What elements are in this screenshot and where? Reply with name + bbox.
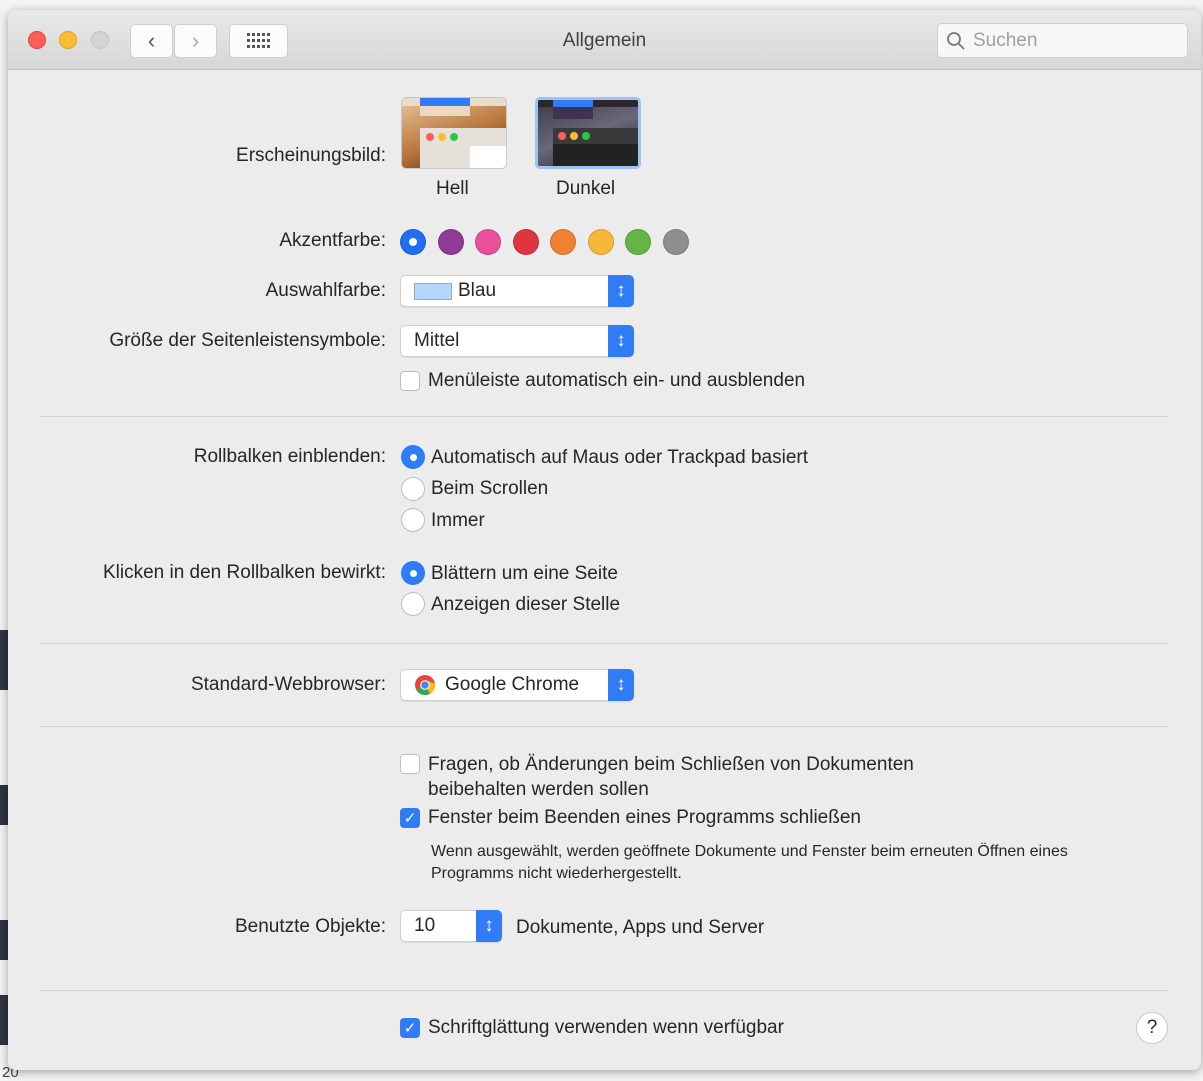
highlight-value: Blau [458,280,497,301]
recent-items-suffix: Dokumente, Apps und Server [516,917,765,938]
accent-color-swatch[interactable] [550,229,576,255]
ask-keep-changes-label: Fragen, ob Änderungen beim Schließen von… [428,752,914,802]
background-window [0,630,8,690]
chevron-up-down-icon: ↕ [608,325,634,357]
accent-color-swatch[interactable] [437,229,464,255]
search-placeholder: Suchen [973,29,1038,51]
close-windows-label: Fenster beim Beenden eines Programms sch… [428,807,861,828]
browser-value: Google Chrome [445,674,580,695]
accent-label: Akzentfarbe: [279,230,386,251]
divider [39,416,1169,417]
close-windows-checkbox[interactable]: ✓ [400,808,420,828]
checkmark-icon: ✓ [403,810,417,827]
scroll-click-page-radio[interactable] [401,561,425,585]
scroll-click-label: Klicken in den Rollbalken bewirkt: [102,562,386,583]
checkmark-icon: ✓ [403,1020,417,1037]
note-line: Programms nicht wiederhergestellt. [431,865,682,882]
help-button[interactable]: ? [1136,1012,1168,1044]
background-window [0,995,8,1045]
background-window [0,920,8,960]
label-line: Fragen, ob Änderungen beim Schließen von… [428,754,914,775]
scroll-click-spot-label: Anzeigen dieser Stelle [431,594,621,615]
note-line: Wenn ausgewählt, werden geöffnete Dokume… [431,843,1068,860]
sidebar-size-select[interactable]: Mittel ↕ [400,325,634,357]
scroll-click-spot-radio[interactable] [401,592,425,616]
chevron-up-down-icon: ↕ [476,910,502,942]
sidebar-size-value: Mittel [414,330,460,351]
ask-keep-changes-checkbox[interactable] [400,754,420,774]
accent-color-swatch[interactable] [475,229,501,255]
preferences-window: ‹ › Allgemein Suchen Erscheinungsbild: H… [8,10,1201,1070]
menubar-autohide-checkbox[interactable] [400,371,420,391]
font-smoothing-label: Schriftglättung verwenden wenn verfügbar [428,1017,784,1038]
divider [39,990,1169,991]
appearance-light-option[interactable] [401,97,507,169]
highlight-color-select[interactable]: Blau ↕ [400,275,634,307]
browser-label: Standard-Webbrowser: [190,674,386,695]
recent-items-value: 10 [414,915,436,936]
menubar-autohide-label: Menüleiste automatisch ein- und ausblend… [428,370,806,391]
chevron-up-down-icon: ↕ [608,275,634,307]
color-swatch [414,282,452,300]
scrollbars-scrolling-label: Beim Scrollen [431,478,549,499]
scrollbars-always-label: Immer [431,510,485,531]
highlight-label: Auswahlfarbe: [265,280,386,301]
appearance-label: Erscheinungsbild: [236,145,386,166]
scrollbars-label: Rollbalken einblenden: [193,446,386,467]
scrollbars-auto-radio[interactable] [401,445,425,469]
divider [39,726,1169,727]
selected-indicator [409,238,417,246]
search-input[interactable]: Suchen [937,23,1188,58]
title-bar: ‹ › Allgemein Suchen [8,10,1201,70]
recent-items-select[interactable]: 10 ↕ [400,910,502,942]
scrollbars-auto-label: Automatisch auf Maus oder Trackpad basie… [431,447,809,468]
background-window [0,785,8,825]
accent-color-swatch[interactable] [400,229,426,255]
default-browser-select[interactable]: Google Chrome ↕ [400,669,634,701]
accent-color-swatch[interactable] [662,229,689,255]
sidebar-size-label: Größe der Seitenleistensymbole: [109,330,386,351]
accent-color-swatch[interactable] [587,229,614,255]
scrollbars-scrolling-radio[interactable] [401,477,425,501]
accent-color-swatch[interactable] [512,229,539,255]
label-line: beibehalten werden sollen [428,779,649,800]
chevron-up-down-icon: ↕ [608,669,634,701]
search-icon [947,31,965,50]
appearance-dark-label: Dunkel [556,178,616,199]
appearance-dark-option[interactable] [535,97,641,169]
font-smoothing-checkbox[interactable]: ✓ [400,1018,420,1038]
chrome-icon [415,675,436,696]
divider [39,643,1169,644]
scrollbars-always-radio[interactable] [401,508,425,532]
accent-color-swatch[interactable] [625,229,651,255]
close-windows-note: Wenn ausgewählt, werden geöffnete Dokume… [431,841,1068,885]
recent-items-label: Benutzte Objekte: [234,916,386,937]
scroll-click-page-label: Blättern um eine Seite [431,563,618,584]
appearance-light-label: Hell [436,178,469,199]
